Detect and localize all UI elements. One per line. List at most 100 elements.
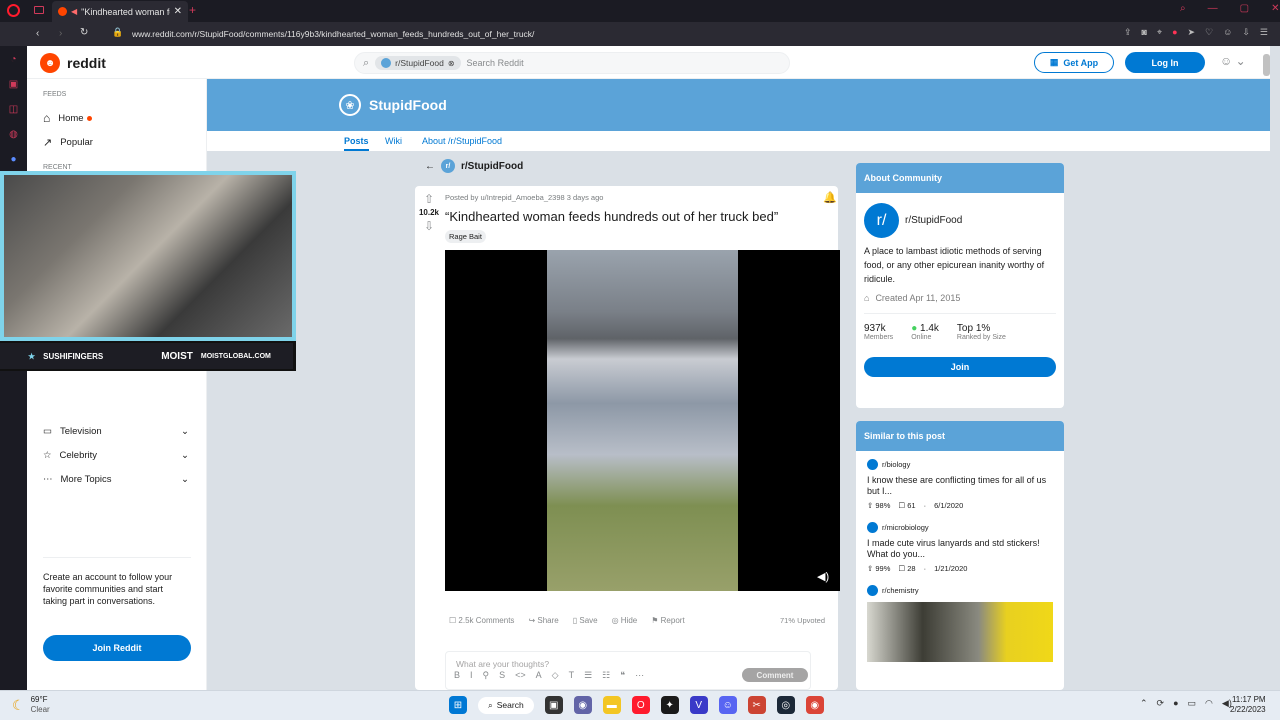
opera-icon[interactable]: O [631, 696, 650, 714]
camera-icon[interactable]: ◙ [1142, 27, 1147, 38]
link-icon[interactable]: ⚲ [483, 670, 490, 681]
sync-icon[interactable]: ⟳ [1157, 698, 1165, 709]
taskbar-search-label: Search [496, 700, 524, 710]
superscript-icon[interactable]: A [536, 670, 542, 681]
notify-bell-icon[interactable]: 🔔 [823, 191, 837, 204]
share-button[interactable]: ↪ Share [528, 616, 558, 625]
nav-home[interactable]: ⌂ Home [27, 106, 206, 130]
video-player[interactable]: ◀) [445, 250, 840, 591]
tab-posts[interactable]: Posts [344, 136, 369, 151]
streamer-name: SUSHIFINGERS [43, 351, 104, 361]
twitch-icon[interactable]: ◫ [9, 104, 18, 115]
similar-item[interactable]: r/biology I know these are conflicting t… [856, 451, 1064, 514]
speaker-icon[interactable]: ◀ [71, 7, 77, 16]
login-button[interactable]: Log In [1125, 52, 1205, 73]
topic-more[interactable]: ⋯ More Topics ⌄ [27, 467, 207, 491]
number-list-icon[interactable]: ☷ [602, 670, 610, 681]
easy-setup-icon[interactable]: ☰ [1260, 27, 1268, 38]
close-window-icon[interactable]: ✕ [1271, 3, 1279, 14]
start-icon[interactable]: ⊞ [449, 696, 467, 714]
tabs-menu-icon[interactable] [34, 6, 44, 14]
get-app-button[interactable]: ▦ Get App [1034, 52, 1114, 73]
strike-icon[interactable]: S [499, 670, 505, 681]
search-bar[interactable]: ⌕ r/StupidFood ⊗ Search Reddit [354, 52, 790, 74]
volume-icon[interactable]: ◀) [817, 570, 829, 583]
network-icon[interactable]: ▭ [1188, 698, 1197, 709]
chip-close-icon[interactable]: ⊗ [448, 59, 455, 68]
community-name[interactable]: r/StupidFood [905, 215, 962, 226]
chrome-icon[interactable]: ◉ [805, 696, 824, 714]
upvote-icon[interactable]: ⇧ [415, 192, 443, 206]
quote-icon[interactable]: ❝ [620, 670, 625, 681]
task-view-icon[interactable]: ▣ [544, 696, 563, 714]
reload-icon[interactable]: ↻ [80, 27, 88, 38]
hide-button[interactable]: ◎ Hide [612, 616, 638, 625]
bold-icon[interactable]: B [454, 670, 460, 681]
reddit-logo-icon[interactable]: ☻ [40, 53, 60, 73]
wifi-icon[interactable]: ◠ [1205, 698, 1213, 709]
minimize-icon[interactable]: — [1208, 3, 1218, 14]
shop-icon[interactable]: ▣ [9, 79, 18, 90]
back-icon[interactable]: ‹ [36, 28, 39, 39]
profile-icon[interactable]: ☺ [1223, 27, 1232, 38]
snipping-icon[interactable]: ✂ [747, 696, 766, 714]
file-explorer-icon[interactable]: ▬ [602, 696, 621, 714]
vivaldi-icon[interactable]: V [689, 696, 708, 714]
page-scrollbar[interactable] [1263, 54, 1270, 76]
search-chip[interactable]: r/StupidFood ⊗ [375, 56, 461, 70]
bullet-list-icon[interactable]: ☰ [584, 670, 592, 681]
spoiler-icon[interactable]: ◇ [552, 670, 559, 681]
similar-item[interactable]: r/microbiology I made cute virus lanyard… [856, 514, 1064, 577]
post-flair[interactable]: Rage Bait [445, 230, 486, 243]
clock[interactable]: 11:17 PM 2/22/2023 [1230, 695, 1266, 715]
similar-item[interactable]: r/chemistry [856, 577, 1064, 666]
comment-box[interactable]: What are your thoughts? B I ⚲ S <> A ◇ T ☰ ☷ ❝ ⋯ Co… [445, 651, 811, 690]
subreddit-icon [867, 585, 878, 596]
join-reddit-button[interactable]: Join Reddit [43, 635, 191, 661]
speed-dial-icon[interactable]: ◔ [10, 54, 16, 65]
back-to-subreddit[interactable]: ← r/ r/StupidFood [425, 159, 523, 173]
post-title[interactable]: “Kindhearted woman feeds hundreds out of… [445, 209, 778, 224]
comments-button[interactable]: ☐ 2.5k Comments [449, 616, 514, 625]
downvote-icon[interactable]: ⇩ [415, 219, 443, 233]
weather-widget[interactable]: ☾ 69°F Clear [12, 695, 50, 715]
nav-popular[interactable]: ↗ Popular [27, 130, 206, 154]
chat-icon[interactable]: ◉ [573, 696, 592, 714]
topic-television[interactable]: ▭ Television ⌄ [27, 419, 207, 443]
taskbar-search[interactable]: ⌕ Search [478, 696, 534, 714]
chevron-up-icon[interactable]: ⌃ [1140, 698, 1148, 709]
user-menu-icon[interactable]: ☺ ⌄ [1220, 54, 1246, 68]
more-icon[interactable]: ⋯ [635, 670, 644, 681]
share-icon[interactable]: ⇪ [1124, 27, 1132, 38]
report-button[interactable]: ⚑ Report [651, 616, 684, 625]
reddit-wordmark[interactable]: reddit [67, 55, 106, 71]
messenger-icon[interactable]: ● [10, 154, 16, 165]
download-icon[interactable]: ⇩ [1242, 27, 1250, 38]
send-icon[interactable]: ➤ [1188, 27, 1196, 38]
xbox-icon[interactable]: ✦ [660, 696, 679, 714]
comment-button[interactable]: Comment [742, 668, 808, 682]
tab-about[interactable]: About /r/StupidFood [422, 136, 502, 146]
save-button[interactable]: ▯ Save [573, 616, 598, 625]
discord-icon[interactable]: ☺ [718, 696, 737, 714]
shield-icon[interactable]: ● [1172, 27, 1177, 38]
snapshot-icon[interactable]: ⌖ [1157, 27, 1162, 38]
topic-celebrity[interactable]: ☆ Celebrity ⌄ [27, 443, 207, 467]
tab-wiki[interactable]: Wiki [385, 136, 402, 146]
opera-logo-icon[interactable] [7, 4, 20, 17]
italic-icon[interactable]: I [470, 670, 473, 681]
steam-icon[interactable]: ◎ [776, 696, 795, 714]
discord-icon[interactable]: ◍ [9, 129, 18, 140]
forward-icon[interactable]: › [59, 28, 62, 39]
heart-icon[interactable]: ♡ [1205, 27, 1213, 38]
mic-icon[interactable]: ● [1173, 698, 1178, 709]
browser-tab-active[interactable]: ◀ "Kindhearted woman fe ✕ [52, 1, 188, 22]
join-community-button[interactable]: Join [864, 357, 1056, 377]
search-tabs-icon[interactable]: ⌕ [1180, 3, 1186, 14]
url-text[interactable]: www.reddit.com/r/StupidFood/comments/116… [132, 29, 534, 39]
heading-icon[interactable]: T [569, 670, 575, 681]
tab-close-icon[interactable]: ✕ [174, 6, 182, 17]
new-tab-button[interactable]: + [189, 3, 196, 17]
code-icon[interactable]: <> [515, 670, 526, 681]
restore-icon[interactable]: ▢ [1240, 3, 1249, 14]
